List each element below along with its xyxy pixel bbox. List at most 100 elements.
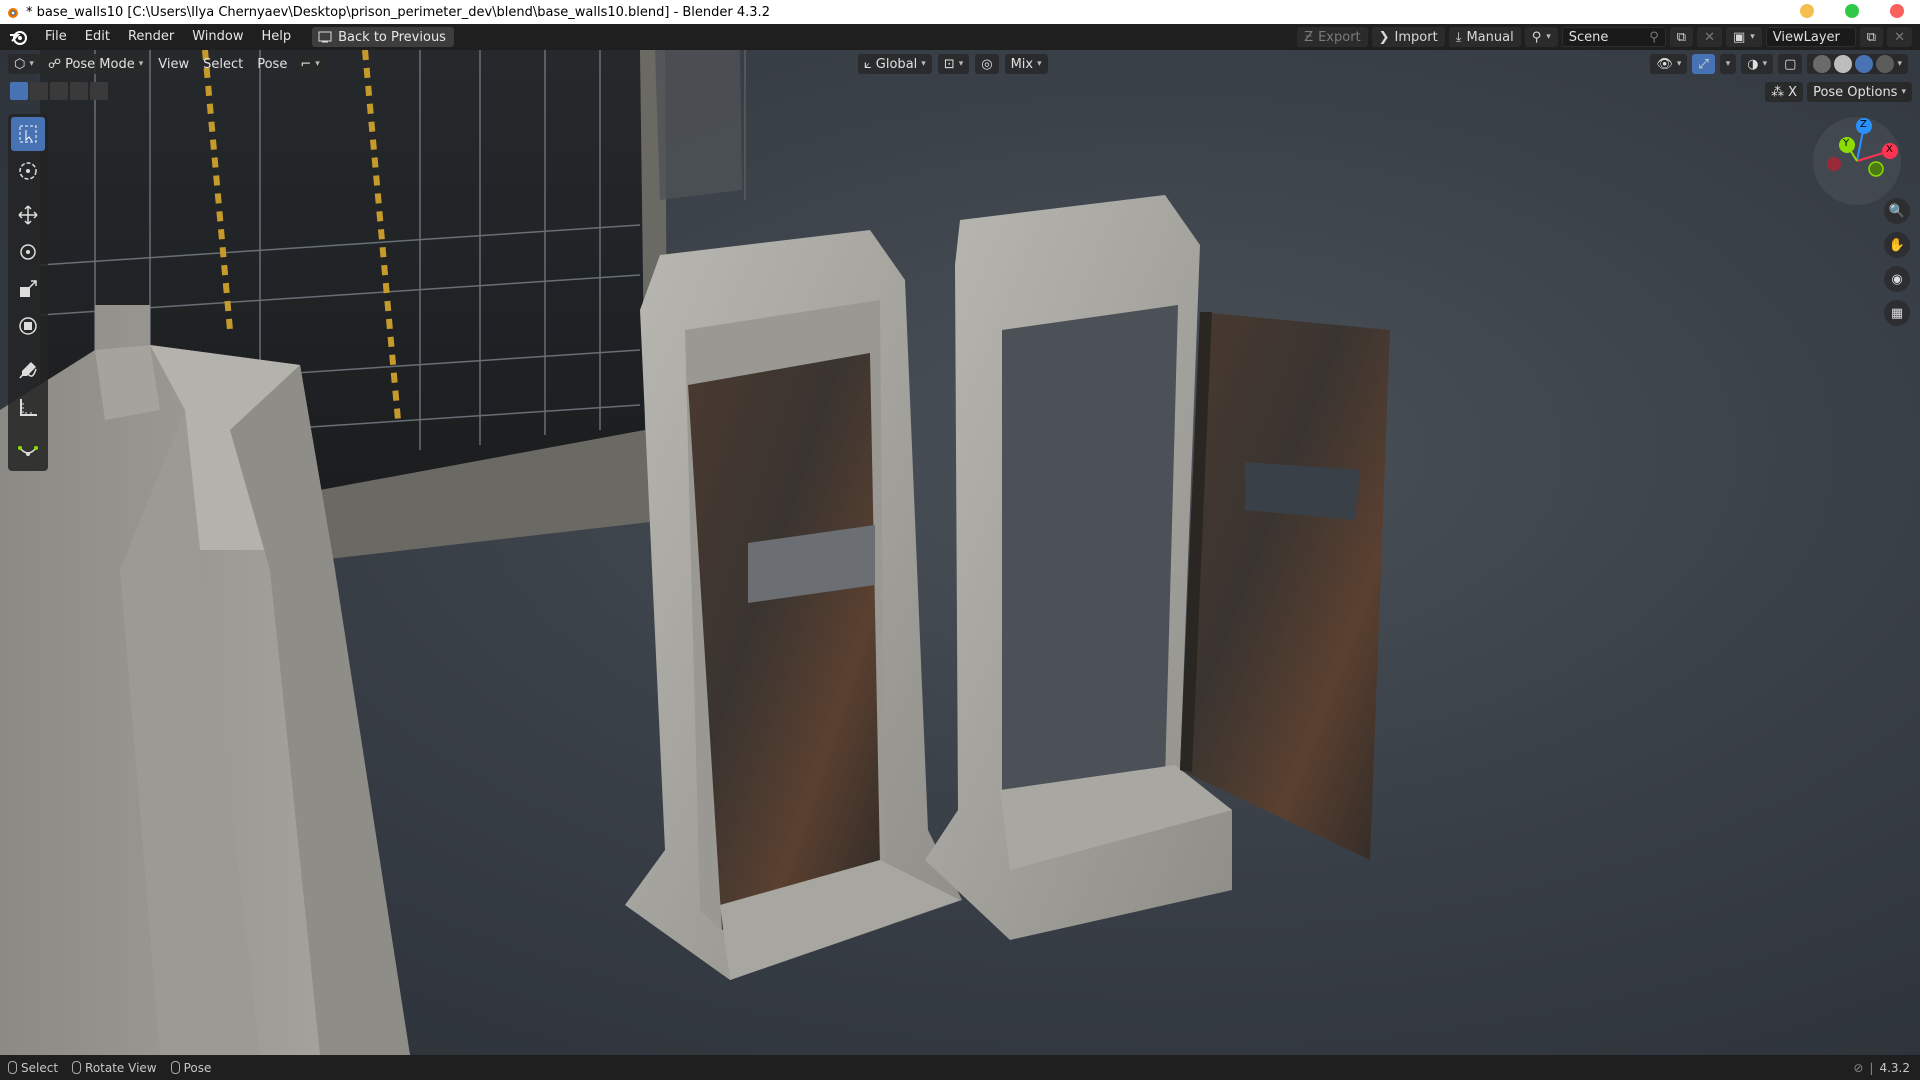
pose-mode-icon: ☍ — [47, 56, 62, 72]
menu-render[interactable]: Render — [119, 24, 183, 50]
zoom-icon: 🔍 — [1888, 203, 1906, 219]
select-subtract-icon[interactable] — [50, 82, 68, 100]
select-box-tool[interactable] — [11, 117, 45, 151]
measure-icon — [20, 399, 37, 416]
grid-icon: ▦ — [1890, 305, 1904, 321]
status-hint-select: Select — [8, 1061, 58, 1075]
measure-tool[interactable] — [11, 390, 45, 424]
navigation-gizmo[interactable]: Z X Y — [1812, 116, 1902, 206]
select-extend-icon[interactable] — [30, 82, 48, 100]
zoom-button[interactable]: 🔍 — [1884, 198, 1910, 224]
overlays-toggle[interactable]: ◑ ▾ — [1741, 54, 1774, 74]
annotate-tool[interactable] — [11, 353, 45, 387]
pose-options-dropdown[interactable]: Pose Options ▾ — [1807, 82, 1912, 102]
visibility-button[interactable]: 👁 ▾ — [1650, 54, 1688, 74]
mirror-x-label: X — [1788, 84, 1798, 100]
scale-tool[interactable] — [11, 272, 45, 306]
screen-icon — [318, 31, 332, 43]
relax-pose-icon — [18, 446, 38, 456]
close-button[interactable] — [1890, 4, 1904, 18]
falloff-label: Mix — [1010, 56, 1034, 72]
version-label: | — [1869, 1060, 1874, 1075]
solid-shading-icon[interactable] — [1834, 55, 1853, 73]
chevron-down-icon: ▾ — [1037, 59, 1042, 69]
mode-label: Pose Mode — [65, 56, 135, 72]
window-title: * base_walls10 [C:\Users\Ilya Chernyaev\… — [26, 4, 770, 20]
back-to-previous-button[interactable]: Back to Previous — [312, 27, 454, 47]
mode-selector[interactable]: ☍ Pose Mode ▾ — [41, 54, 150, 74]
menu-view[interactable]: View — [151, 57, 196, 72]
select-new-icon[interactable] — [10, 82, 28, 100]
move-tool[interactable] — [11, 198, 45, 232]
chevron-down-icon: ▾ — [1750, 32, 1755, 42]
scene-selector-button[interactable]: ⚲ ▾ — [1524, 27, 1558, 47]
import-button[interactable]: ❯ Import — [1371, 27, 1445, 47]
proportional-falloff-selector[interactable]: Mix ▾ — [1004, 54, 1048, 74]
material-preview-shading-icon[interactable] — [1855, 55, 1874, 73]
transform-orientation-selector[interactable]: ⟀ Global ▾ — [858, 54, 932, 74]
top-menubar: File Edit Render Window Help Back to Pre… — [0, 24, 1920, 50]
scene-icon: ⚲ — [1531, 29, 1542, 45]
cursor-tool[interactable] — [11, 154, 45, 188]
perspective-toggle-button[interactable]: ▦ — [1884, 300, 1910, 326]
xray-toggle[interactable]: ▢ — [1778, 54, 1803, 74]
tool-shelf — [8, 114, 48, 471]
maximize-button[interactable] — [1845, 4, 1859, 18]
menu-select[interactable]: Select — [196, 57, 250, 72]
proportional-editing-toggle[interactable]: ◎ — [975, 54, 999, 74]
menu-edit[interactable]: Edit — [76, 24, 119, 50]
camera-view-button[interactable]: ◉ — [1884, 266, 1910, 292]
status-hint-pose: Pose — [170, 1061, 211, 1075]
transform-tool[interactable] — [11, 309, 45, 343]
gizmo-icon: ⤢ — [1698, 56, 1709, 72]
pivot-icon: ⊡ — [943, 56, 955, 72]
rendered-shading-icon[interactable] — [1876, 55, 1895, 73]
chevron-down-icon[interactable]: ▾ — [1897, 59, 1902, 69]
new-viewlayer-button[interactable]: ⧉ — [1859, 27, 1884, 47]
export-button[interactable]: Ƶ Export — [1297, 27, 1368, 47]
minimize-button[interactable] — [1800, 4, 1814, 18]
annotate-icon — [19, 362, 37, 379]
gizmo-y-label: Y — [1843, 138, 1850, 149]
mouse-left-icon — [8, 1061, 17, 1074]
gizmo-toggle[interactable]: ⤢ — [1692, 54, 1715, 74]
manual-label: Manual — [1466, 29, 1514, 45]
select-intersect-icon[interactable] — [90, 82, 108, 100]
delete-scene-button[interactable]: ✕ — [1697, 27, 1722, 47]
menu-pose[interactable]: Pose — [250, 57, 294, 72]
scene-name-field[interactable]: Scene ⚲ — [1561, 27, 1666, 47]
download-icon: ⤓ — [1455, 29, 1462, 45]
scene-name-value: Scene — [1568, 29, 1609, 45]
menu-file[interactable]: File — [36, 24, 76, 50]
new-scene-button[interactable]: ⧉ — [1669, 27, 1694, 47]
relax-pose-tool[interactable] — [11, 434, 45, 468]
chevron-down-icon: ▾ — [1762, 59, 1768, 69]
delete-viewlayer-button[interactable]: ✕ — [1887, 27, 1912, 47]
orientation-label: Global — [875, 56, 918, 72]
viewlayer-name-field[interactable]: ViewLayer — [1765, 27, 1856, 47]
select-invert-icon[interactable] — [70, 82, 88, 100]
pan-button[interactable]: ✋ — [1884, 232, 1910, 258]
menu-window[interactable]: Window — [183, 24, 252, 50]
mirror-icon: ⁂ — [1771, 84, 1785, 100]
gizmo-options[interactable]: ▾ — [1719, 54, 1737, 74]
rotate-tool[interactable] — [11, 235, 45, 269]
3d-viewport[interactable] — [0, 50, 1920, 1055]
wireframe-shading-icon[interactable] — [1813, 55, 1832, 73]
select-box-icon — [19, 125, 37, 143]
pivot-point-selector[interactable]: ⊡ ▾ — [937, 54, 970, 74]
editor-type-button[interactable]: ⬡ ▾ — [8, 54, 40, 74]
blender-logo-icon[interactable] — [8, 27, 30, 47]
pose-options-label: Pose Options — [1813, 84, 1898, 100]
menu-help[interactable]: Help — [253, 24, 301, 50]
viewlayer-selector-button[interactable]: ▣ ▾ — [1725, 27, 1762, 47]
network-off-icon: ⊘ — [1853, 1060, 1864, 1075]
manual-button[interactable]: ⤓ Manual — [1448, 27, 1521, 47]
viewlayer-icon: ▣ — [1732, 29, 1746, 45]
pose-library-button[interactable]: ⌐ ▾ — [294, 54, 326, 74]
chevron-down-icon: ▾ — [315, 59, 320, 69]
cursor-icon — [19, 162, 37, 180]
mirror-x-toggle[interactable]: ⁂ X — [1765, 82, 1804, 102]
pose-options-area: ⁂ X Pose Options ▾ — [1765, 82, 1912, 102]
orientation-icon: ⟀ — [864, 56, 872, 72]
